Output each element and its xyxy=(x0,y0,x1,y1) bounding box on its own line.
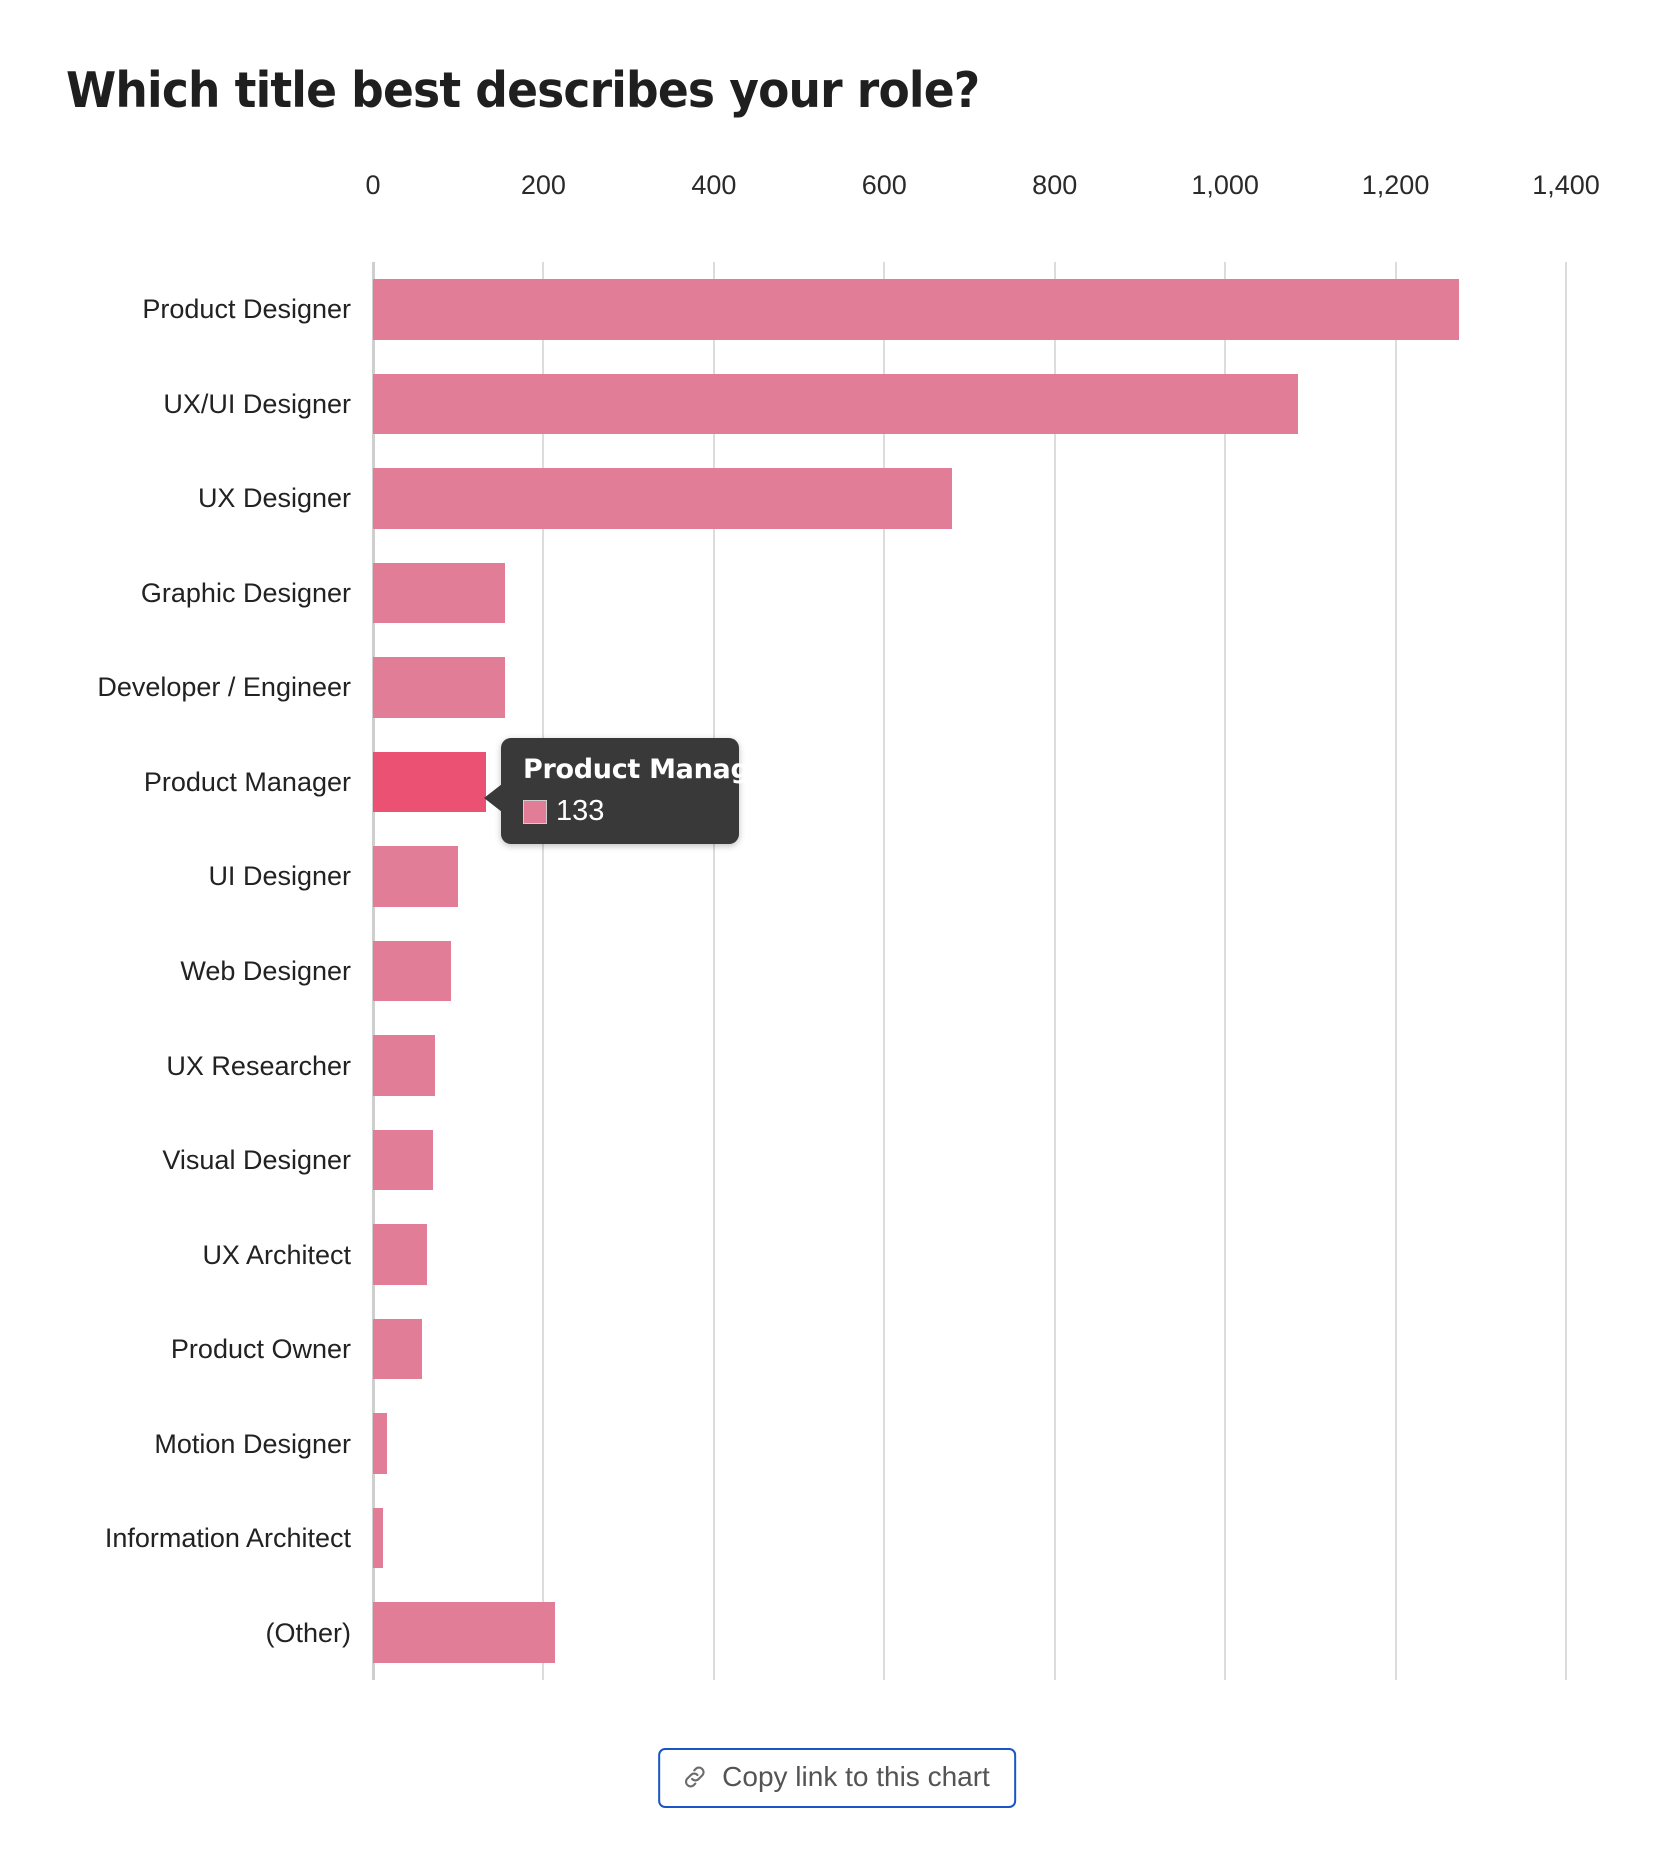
bar-row[interactable]: Product Owner xyxy=(171,1302,1566,1397)
category-label: UX Architect xyxy=(202,1239,351,1270)
category-label: UX Researcher xyxy=(166,1050,351,1081)
bar[interactable] xyxy=(373,657,506,718)
bar[interactable] xyxy=(373,373,1298,435)
bar-row[interactable]: Developer / Engineer xyxy=(97,640,1566,735)
x-axis-tick-label: 600 xyxy=(861,170,907,200)
bar[interactable] xyxy=(373,940,452,1002)
bar-row[interactable]: UX/UI Designer xyxy=(163,357,1566,452)
category-label: Product Manager xyxy=(143,766,351,797)
x-axis-tick-label: 0 xyxy=(365,170,381,200)
x-axis-tick-label: 1,400 xyxy=(1532,170,1600,200)
x-axis-tick-label: 800 xyxy=(1032,170,1078,200)
bar[interactable] xyxy=(373,1035,436,1096)
bar-row[interactable]: UX Researcher xyxy=(166,1018,1566,1113)
bar-row[interactable]: Visual Designer xyxy=(162,1113,1566,1208)
bar[interactable] xyxy=(373,1224,427,1285)
tooltip-title: Product Manager xyxy=(523,754,781,785)
category-label: Motion Designer xyxy=(154,1428,351,1459)
bar-row[interactable]: (Other) xyxy=(265,1585,1566,1680)
category-label: Product Designer xyxy=(142,294,351,325)
category-label: Product Owner xyxy=(170,1334,351,1365)
category-label: Visual Designer xyxy=(162,1145,351,1176)
bar[interactable] xyxy=(373,1318,422,1380)
bar[interactable] xyxy=(373,468,953,529)
bar-row[interactable]: UX Architect xyxy=(202,1207,1566,1302)
category-label: UX/UI Designer xyxy=(163,388,351,419)
bar-row[interactable]: Web Designer xyxy=(180,924,1566,1019)
bar[interactable] xyxy=(373,279,1460,340)
copy-link-label: Copy link to this chart xyxy=(722,1761,990,1792)
category-label: UX Designer xyxy=(197,483,351,514)
category-label: (Other) xyxy=(265,1617,351,1648)
plot-area: 0 200 400 600 800 1,000 1,200 1,400 Product Des… xyxy=(97,170,1600,1680)
bar-chart: 0 200 400 600 800 1,000 1,200 1,400 Product Des… xyxy=(0,0,1674,1720)
bar[interactable] xyxy=(373,1602,555,1663)
tooltip-series-row: 133 xyxy=(523,797,717,826)
tooltip-color-swatch xyxy=(523,799,547,824)
x-axis-tick-label: 1,200 xyxy=(1361,170,1430,200)
bar-row[interactable]: Graphic Designer xyxy=(141,546,1566,641)
x-axis-tick-label: 400 xyxy=(691,170,737,200)
bar[interactable] xyxy=(373,562,506,624)
category-label: Information Architect xyxy=(104,1523,351,1554)
bar[interactable] xyxy=(373,1507,384,1569)
tooltip: Product Manager 133 xyxy=(484,738,781,844)
bar[interactable] xyxy=(373,1129,433,1191)
bar-row[interactable]: Information Architect xyxy=(105,1491,1566,1586)
category-label: Developer / Engineer xyxy=(97,672,351,703)
tooltip-value: 133 xyxy=(556,795,605,827)
copy-link-button[interactable]: Copy link to this chart xyxy=(658,1748,1016,1808)
bar-row[interactable]: UX Designer xyxy=(198,451,1566,546)
category-label: Graphic Designer xyxy=(140,577,351,608)
category-label: UI Designer xyxy=(208,861,351,892)
bar[interactable] xyxy=(373,751,487,813)
x-axis-tick-label: 200 xyxy=(520,170,566,200)
bar-row[interactable]: Motion Designer xyxy=(154,1396,1566,1491)
link-icon xyxy=(680,1762,710,1792)
category-label: Web Designer xyxy=(180,955,351,986)
x-axis-tick-label: 1,000 xyxy=(1191,170,1259,200)
bar[interactable] xyxy=(373,846,459,907)
bar-row[interactable]: Product Designer xyxy=(142,262,1566,357)
bar[interactable] xyxy=(373,1413,388,1474)
